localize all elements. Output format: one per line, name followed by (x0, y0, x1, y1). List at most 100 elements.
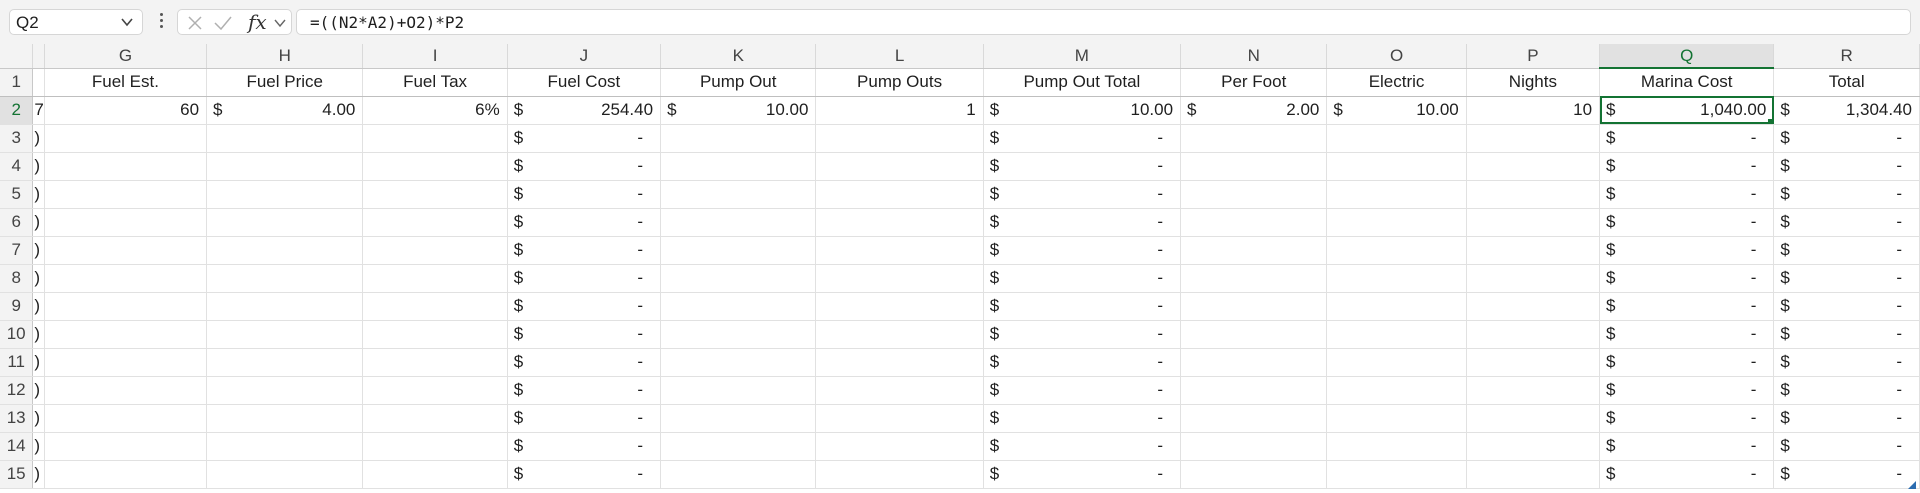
row-header[interactable]: 11 (0, 348, 34, 377)
column-header-G[interactable]: G (44, 44, 208, 69)
cell-L[interactable] (815, 320, 984, 349)
cell-O[interactable] (1326, 404, 1467, 433)
cell-G2[interactable]: 60 (44, 96, 208, 125)
fill-handle[interactable] (1768, 118, 1773, 123)
row-header[interactable]: 1 (0, 68, 34, 97)
cell-K[interactable] (660, 404, 817, 433)
cell-I[interactable] (362, 152, 508, 181)
cell-R[interactable]: $ - (1773, 236, 1920, 265)
cell-K[interactable] (660, 348, 817, 377)
cell-R[interactable]: $ - (1773, 376, 1920, 405)
cell-Q[interactable]: $ - (1599, 404, 1775, 433)
cell-M1[interactable]: Pump Out Total (983, 68, 1182, 97)
cell-N2[interactable]: $2.00 (1180, 96, 1328, 125)
cell-I[interactable] (362, 460, 508, 489)
cell-N[interactable] (1180, 208, 1328, 237)
column-header-F[interactable] (32, 44, 45, 69)
cell-L[interactable] (815, 460, 984, 489)
row-header[interactable]: 9 (0, 292, 34, 321)
cell-F[interactable]: ) (32, 180, 45, 209)
cell-K1[interactable]: Pump Out (660, 68, 817, 97)
cell-K[interactable] (660, 460, 817, 489)
cell-M[interactable]: $ - (983, 152, 1182, 181)
cell-H[interactable] (206, 264, 364, 293)
select-all-corner[interactable] (0, 44, 34, 69)
cell-N[interactable] (1180, 264, 1328, 293)
cell-J[interactable]: $ - (507, 264, 662, 293)
cell-K[interactable] (660, 208, 817, 237)
column-header-N[interactable]: N (1180, 44, 1328, 69)
cell-F1[interactable] (32, 68, 45, 97)
name-box[interactable]: Q2 (9, 9, 143, 35)
column-header-O[interactable]: O (1326, 44, 1467, 69)
cell-O1[interactable]: Electric (1326, 68, 1467, 97)
cell-J2[interactable]: $254.40 (507, 96, 662, 125)
cell-F[interactable]: ) (32, 376, 45, 405)
cell-O[interactable] (1326, 124, 1467, 153)
cell-F[interactable]: ) (32, 432, 45, 461)
formula-input[interactable]: =((N2*A2)+O2)*P2 (296, 9, 1911, 35)
cell-Q[interactable]: $ - (1599, 460, 1775, 489)
cell-L[interactable] (815, 152, 984, 181)
cell-J[interactable]: $ - (507, 404, 662, 433)
cell-K[interactable] (660, 236, 817, 265)
row-header[interactable]: 4 (0, 152, 34, 181)
row-header[interactable]: 15 (0, 460, 34, 489)
cell-H[interactable] (206, 208, 364, 237)
cell-R[interactable]: $ - (1773, 348, 1920, 377)
cell-R[interactable]: $ - (1773, 208, 1920, 237)
cell-I[interactable] (362, 124, 508, 153)
resize-grip-icon[interactable] (1908, 481, 1916, 489)
cell-H[interactable] (206, 348, 364, 377)
column-header-K[interactable]: K (660, 44, 817, 69)
cell-H[interactable] (206, 376, 364, 405)
cell-N[interactable] (1180, 292, 1328, 321)
cell-P2[interactable]: 10 (1466, 96, 1601, 125)
cell-I[interactable] (362, 180, 508, 209)
cell-Q[interactable]: $ - (1599, 124, 1775, 153)
cell-H[interactable] (206, 152, 364, 181)
cell-Q[interactable]: $ - (1599, 432, 1775, 461)
cell-N[interactable] (1180, 180, 1328, 209)
column-header-P[interactable]: P (1466, 44, 1601, 69)
row-header[interactable]: 5 (0, 180, 34, 209)
cell-R[interactable]: $ - (1773, 460, 1920, 489)
cell-L[interactable] (815, 236, 984, 265)
cell-I[interactable] (362, 348, 508, 377)
cell-R[interactable]: $ - (1773, 404, 1920, 433)
cell-K[interactable] (660, 320, 817, 349)
cell-Q[interactable]: $ - (1599, 292, 1775, 321)
cell-I2[interactable]: 6% (362, 96, 508, 125)
cell-F[interactable]: ) (32, 292, 45, 321)
cell-F[interactable]: ) (32, 348, 45, 377)
more-options-icon[interactable] (157, 11, 165, 33)
cell-N[interactable] (1180, 124, 1328, 153)
cancel-icon[interactable] (186, 14, 204, 32)
cell-G[interactable] (44, 404, 208, 433)
cell-J[interactable]: $ - (507, 432, 662, 461)
cell-I[interactable] (362, 404, 508, 433)
column-header-I[interactable]: I (362, 44, 508, 69)
cell-P[interactable] (1466, 236, 1601, 265)
cell-H2[interactable]: $4.00 (206, 96, 364, 125)
cell-M2[interactable]: $10.00 (983, 96, 1182, 125)
cell-Q[interactable]: $ - (1599, 152, 1775, 181)
cell-Q[interactable]: $ - (1599, 180, 1775, 209)
cell-P[interactable] (1466, 292, 1601, 321)
cell-P[interactable] (1466, 208, 1601, 237)
cell-R[interactable]: $ - (1773, 264, 1920, 293)
column-header-J[interactable]: J (507, 44, 662, 69)
cell-N[interactable] (1180, 376, 1328, 405)
cell-G[interactable] (44, 432, 208, 461)
cell-O[interactable] (1326, 236, 1467, 265)
cell-G[interactable] (44, 292, 208, 321)
cell-Q[interactable]: $ - (1599, 376, 1775, 405)
cell-G[interactable] (44, 264, 208, 293)
cell-P[interactable] (1466, 460, 1601, 489)
cell-J[interactable]: $ - (507, 320, 662, 349)
cell-G[interactable] (44, 320, 208, 349)
cell-R[interactable]: $ - (1773, 124, 1920, 153)
cell-G1[interactable]: Fuel Est. (44, 68, 208, 97)
row-header[interactable]: 12 (0, 376, 34, 405)
cell-Q[interactable]: $ - (1599, 348, 1775, 377)
